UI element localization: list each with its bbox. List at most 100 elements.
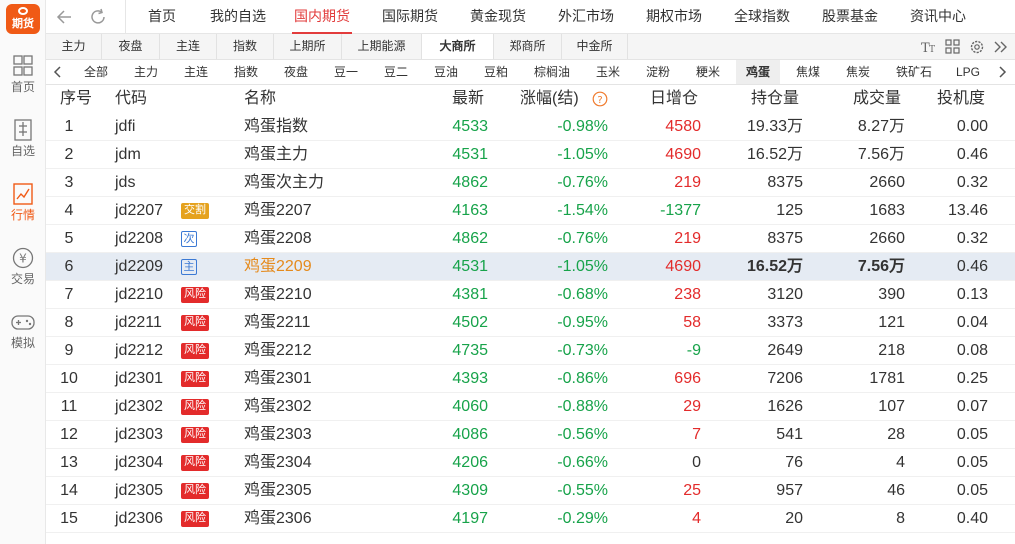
- cell-speculation: 0.13: [956, 286, 988, 303]
- table-row[interactable]: 15 jd2306 鸡蛋2306 4197 -0.29% 4 20 8 0.40 风险: [46, 505, 1015, 533]
- refresh-icon[interactable]: [88, 7, 108, 27]
- prod-tab-starch[interactable]: 淀粉: [636, 60, 680, 84]
- chevron-left-icon[interactable]: [50, 64, 66, 80]
- header-code[interactable]: 代码: [115, 85, 147, 113]
- ex-tab-dce[interactable]: 大商所: [422, 34, 494, 59]
- header-index[interactable]: 序号: [60, 85, 92, 113]
- cell-speculation: 0.08: [956, 342, 988, 359]
- table-row[interactable]: 5 jd2208 鸡蛋2208 4862 -0.76% 219 8375 2660 0.32 次: [46, 225, 1015, 253]
- cell-open-interest: 16.52万: [746, 258, 803, 275]
- tab-stock-fund[interactable]: 股票基金: [816, 0, 884, 34]
- table-row[interactable]: 8 jd2211 鸡蛋2211 4502 -0.95% 58 3373 121 0.04 风险: [46, 309, 1015, 337]
- help-circle-icon[interactable]: ?: [592, 91, 608, 107]
- prod-tab-egg[interactable]: 鸡蛋: [736, 60, 780, 84]
- cell-speculation: 0.00: [956, 118, 988, 135]
- prod-tab-coking-coal[interactable]: 焦煤: [786, 60, 830, 84]
- ex-tab-shfe[interactable]: 上期所: [274, 34, 342, 59]
- table-row[interactable]: 14 jd2305 鸡蛋2305 4309 -0.55% 25 957 46 0.05 风险: [46, 477, 1015, 505]
- cell-name: 鸡蛋2208: [244, 230, 312, 247]
- chevron-right-icon[interactable]: [994, 64, 1010, 80]
- header-open-interest[interactable]: 持仓量: [751, 85, 799, 113]
- header-change[interactable]: 涨幅(结): [520, 85, 579, 113]
- cell-speculation: 0.46: [956, 258, 988, 275]
- font-size-icon[interactable]: T T: [920, 38, 938, 56]
- prod-tab-lpg[interactable]: LPG: [948, 60, 988, 84]
- prod-tab-soymeal[interactable]: 豆粕: [474, 60, 518, 84]
- app-logo[interactable]: 期货: [6, 4, 40, 34]
- prod-tab-corn[interactable]: 玉米: [586, 60, 630, 84]
- tab-news[interactable]: 资讯中心: [904, 0, 972, 34]
- tab-intl-futures[interactable]: 国际期货: [376, 0, 444, 34]
- prod-tab-all[interactable]: 全部: [74, 60, 118, 84]
- prod-tab-index[interactable]: 指数: [224, 60, 268, 84]
- cell-oi-change: 0: [692, 454, 701, 471]
- prod-tab-soybean2[interactable]: 豆二: [374, 60, 418, 84]
- tab-forex[interactable]: 外汇市场: [552, 0, 620, 34]
- tab-domestic-futures[interactable]: 国内期货: [288, 0, 356, 34]
- sidebar-item-trade[interactable]: ¥ 交易: [0, 246, 46, 296]
- tab-my-watchlist[interactable]: 我的自选: [204, 0, 272, 34]
- cell-index: 5: [64, 230, 74, 247]
- table-row[interactable]: 11 jd2302 鸡蛋2302 4060 -0.88% 29 1626 107 0.07 风险: [46, 393, 1015, 421]
- cell-change: -0.86%: [557, 370, 608, 387]
- table-row[interactable]: 10 jd2301 鸡蛋2301 4393 -0.86% 696 7206 1781 0.25 风…: [46, 365, 1015, 393]
- table-row[interactable]: 6 jd2209 鸡蛋2209 4531 -1.05% 4690 16.52万 7.56万 0.…: [46, 253, 1015, 281]
- prod-tab-night[interactable]: 夜盘: [274, 60, 318, 84]
- logo-text: 期货: [12, 18, 34, 30]
- table-header: 序号 代码 名称 最新 涨幅(结) ? 日增仓 持仓量 成交量 投机度: [46, 85, 1015, 113]
- prod-tab-japonica-rice[interactable]: 粳米: [686, 60, 730, 84]
- sidebar-item-watchlist[interactable]: 自选: [0, 118, 46, 168]
- prod-tab-coke[interactable]: 焦炭: [836, 60, 880, 84]
- header-last[interactable]: 最新: [452, 85, 484, 113]
- table-row[interactable]: 3 jds 鸡蛋次主力 4862 -0.76% 219 8375 2660 0.32: [46, 169, 1015, 197]
- ex-tab-ine[interactable]: 上期能源: [342, 34, 422, 59]
- tab-home[interactable]: 首页: [134, 0, 190, 34]
- table-row[interactable]: 4 jd2207 鸡蛋2207 4163 -1.54% -1377 125 1683 13.46…: [46, 197, 1015, 225]
- ex-tab-czce[interactable]: 郑商所: [494, 34, 562, 59]
- layout-grid-icon[interactable]: [944, 38, 962, 56]
- table-row[interactable]: 7 jd2210 鸡蛋2210 4381 -0.68% 238 3120 390 0.13 风险: [46, 281, 1015, 309]
- prod-tab-soybean1[interactable]: 豆一: [324, 60, 368, 84]
- table-row[interactable]: 2 jdm 鸡蛋主力 4531 -1.05% 4690 16.52万 7.56万 0.46: [46, 141, 1015, 169]
- tab-options[interactable]: 期权市场: [640, 0, 708, 34]
- svg-text:T: T: [929, 45, 935, 55]
- cell-volume: 4: [896, 454, 905, 471]
- table-row[interactable]: 13 jd2304 鸡蛋2304 4206 -0.66% 0 76 4 0.05 风险: [46, 449, 1015, 477]
- prod-tab-palm-oil[interactable]: 棕榈油: [524, 60, 580, 84]
- table-row[interactable]: 9 jd2212 鸡蛋2212 4735 -0.73% -9 2649 218 0.08 风险: [46, 337, 1015, 365]
- prod-tab-main[interactable]: 主力: [124, 60, 168, 84]
- table-row[interactable]: 12 jd2303 鸡蛋2303 4086 -0.56% 7 541 28 0.05 风险: [46, 421, 1015, 449]
- cell-change: -0.73%: [557, 342, 608, 359]
- contract-tag-badge: 次: [181, 231, 197, 247]
- cell-volume: 1781: [869, 370, 905, 387]
- header-name[interactable]: 名称: [244, 85, 276, 113]
- cell-last: 4086: [452, 426, 488, 443]
- cell-code: jd2208: [115, 230, 164, 247]
- prod-tab-continuous[interactable]: 主连: [174, 60, 218, 84]
- cell-oi-change: 4690: [665, 146, 701, 163]
- header-speculation[interactable]: 投机度: [937, 85, 985, 113]
- table-row[interactable]: 1 jdfi 鸡蛋指数 4533 -0.98% 4580 19.33万 8.27万 0.00: [46, 113, 1015, 141]
- sidebar-item-home[interactable]: 首页: [0, 54, 46, 104]
- sidebar-item-simulate[interactable]: 模拟: [0, 310, 46, 360]
- cell-name: 鸡蛋2210: [244, 286, 312, 303]
- tab-global-index[interactable]: 全球指数: [728, 0, 796, 34]
- ex-tab-main[interactable]: 主力: [46, 34, 102, 59]
- tab-gold-spot[interactable]: 黄金现货: [464, 0, 532, 34]
- sidebar-item-market[interactable]: 行情: [0, 182, 46, 232]
- ex-tab-cffex[interactable]: 中金所: [562, 34, 628, 59]
- cell-name: 鸡蛋2207: [244, 202, 312, 219]
- back-arrow-icon[interactable]: [54, 7, 74, 27]
- cell-speculation: 0.04: [956, 314, 988, 331]
- ex-tab-continuous[interactable]: 主连: [160, 34, 217, 59]
- prod-tab-iron-ore[interactable]: 铁矿石: [886, 60, 942, 84]
- cell-name: 鸡蛋2209: [244, 258, 312, 275]
- double-chevron-right-icon[interactable]: [992, 38, 1010, 56]
- header-volume[interactable]: 成交量: [853, 85, 901, 113]
- ex-tab-night[interactable]: 夜盘: [102, 34, 160, 59]
- ex-tab-index[interactable]: 指数: [217, 34, 274, 59]
- header-oi-change[interactable]: 日增仓: [650, 85, 698, 113]
- prod-tab-soy-oil[interactable]: 豆油: [424, 60, 468, 84]
- settings-gear-icon[interactable]: [968, 38, 986, 56]
- cell-name: 鸡蛋2303: [244, 426, 312, 443]
